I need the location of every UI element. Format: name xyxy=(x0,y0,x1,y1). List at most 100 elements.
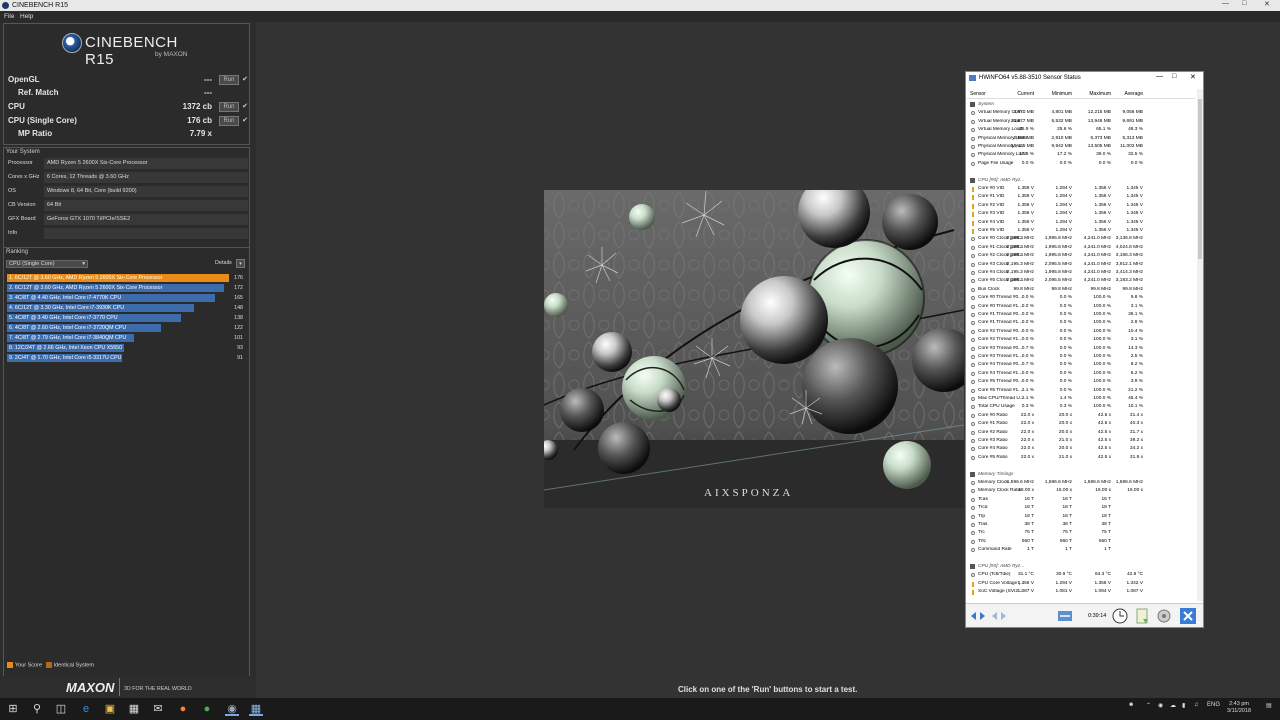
sensor-row[interactable]: Virtual Memory Com... 4,870 MB 4,801 MB 12,… xyxy=(967,109,1195,117)
col-sensor[interactable]: Sensor xyxy=(970,91,986,97)
sensor-row[interactable]: Memory Clock Ratio 16.00 x 16.00 x 16.00 x1… xyxy=(967,487,1195,495)
cinebench-taskbar-icon[interactable]: ◉ xyxy=(225,702,239,716)
battery-icon[interactable]: ▮ xyxy=(1182,702,1185,709)
sensor-row[interactable]: Tcas 16 T 16 T 16 T xyxy=(967,496,1195,504)
ranking-row[interactable]: 5. 4C/8T @ 3.40 GHz, Intel Core i7-3770 … xyxy=(7,314,245,322)
ranking-row[interactable]: 6. 4C/8T @ 2.60 GHz, Intel Core i7-3720Q… xyxy=(7,324,245,332)
store-icon[interactable]: ▦ xyxy=(127,702,141,716)
sensor-row[interactable]: CPU (Tctl/Tdie) 31.1 °C 30.9 °C 64.3 °C 42.8… xyxy=(967,571,1195,579)
sensor-row[interactable]: Core #4 Thread #1... 0.0 % 0.0 % 100.0 % 6.2… xyxy=(967,370,1195,378)
firefox-icon[interactable]: ● xyxy=(176,702,190,716)
sensor-row[interactable]: Core #4 Clock 2,195.3 MHz 1,995.8 MHz 4,241… xyxy=(967,269,1195,277)
sensor-row[interactable]: Core #2 Clock (perf... 2,195.3 MHz 1,995.8… xyxy=(967,252,1195,260)
col-maximum[interactable]: Maximum xyxy=(1089,91,1111,97)
ranking-row[interactable]: 3. 4C/8T @ 4.40 GHz, Intel Core i7-4770K… xyxy=(7,294,245,302)
run-cpu-single-core-button[interactable]: Run xyxy=(219,116,239,126)
close-hwinfo-icon[interactable] xyxy=(1179,607,1197,625)
sensor-row[interactable]: Core #2 Ratio 22.0 x 20.0 x 42.5 x 31.7 x xyxy=(967,429,1195,437)
sensor-row[interactable]: Bus Clock 99.8 MHz 99.8 MHz 99.8 MHz 99.8 MH… xyxy=(967,286,1195,294)
sensor-row[interactable]: Total CPU Usage 0.3 % 0.3 % 100.0 % 10.1 % xyxy=(967,403,1195,411)
arrows-left-right-icon[interactable] xyxy=(969,607,987,625)
ranking-row[interactable]: 8. 12C/24T @ 2.66 GHz, Intel Xeon CPU X5… xyxy=(7,344,245,352)
ranking-row[interactable]: 9. 2C/4T @ 1.70 GHz, Intel Core i5-3317U… xyxy=(7,354,245,362)
network-icon[interactable] xyxy=(1056,607,1074,625)
maximize-icon[interactable]: □ xyxy=(1172,73,1176,80)
arrows-collapse-icon[interactable] xyxy=(990,607,1008,625)
sensor-row[interactable]: Trc 75 T 75 T 75 T xyxy=(967,529,1195,537)
menu-file[interactable]: File xyxy=(4,13,14,20)
sensor-row[interactable]: Core #5 Ratio 22.0 x 21.0 x 42.5 x 31.9 x xyxy=(967,454,1195,462)
sensor-row[interactable]: Core #2 VID 1.356 V 1.294 V 1.356 V 1.345 V xyxy=(967,202,1195,210)
ranking-row[interactable]: 4. 6C/12T @ 3.30 GHz, Intel Core i7-3930… xyxy=(7,304,245,312)
hwinfo-taskbar-icon[interactable]: ▦ xyxy=(249,702,263,716)
sensor-row[interactable]: Core #0 Ratio 22.0 x 20.0 x 42.5 x 31.4 x xyxy=(967,412,1195,420)
sensor-row[interactable]: Core #4 Ratio 22.0 x 20.0 x 42.5 x 34.2 x xyxy=(967,445,1195,453)
people-icon[interactable]: ☻ xyxy=(1128,702,1134,708)
sensor-row[interactable]: Physical Memory Av... 13,435 MB 9,942 MB 13… xyxy=(967,143,1195,151)
ranking-row[interactable]: 1. 6C/12T @ 3.60 GHz, AMD Ryzen 5 2600X … xyxy=(7,274,245,282)
cloud-icon[interactable]: ☁ xyxy=(1170,702,1176,709)
info-field[interactable] xyxy=(44,228,248,239)
sensor-row[interactable]: Core #5 Thread #1... 2.1 % 0.0 % 100.0 % 21.… xyxy=(967,387,1195,395)
cpu-checkbox[interactable]: ✔ xyxy=(242,102,248,110)
run-opengl-button[interactable]: Run xyxy=(219,75,239,85)
report-icon[interactable] xyxy=(1133,607,1151,625)
sensor-row[interactable]: Core #3 Clock 2,195.3 MHz 2,095.5 MHz 4,241… xyxy=(967,261,1195,269)
details-toggle-button[interactable]: ▾ xyxy=(236,259,245,268)
sensor-row[interactable]: Core #5 VID 1.356 V 1.294 V 1.356 V 1.345 V xyxy=(967,227,1195,235)
clock-icon[interactable] xyxy=(1111,607,1129,625)
sensor-row[interactable]: Core #3 Ratio 22.0 x 21.0 x 42.5 x 39.2 x xyxy=(967,437,1195,445)
menu-help[interactable]: Help xyxy=(20,13,33,20)
minimize-icon[interactable]: — xyxy=(1222,0,1229,7)
hwinfo-scrollbar[interactable] xyxy=(1197,89,1203,601)
tray-app-icon[interactable]: ◉ xyxy=(1158,702,1163,709)
sensor-row[interactable]: Core #2 Thread #1... 0.0 % 0.0 % 100.0 % 3.1… xyxy=(967,336,1195,344)
sensor-row[interactable]: Core #1 VID 1.356 V 1.294 V 1.356 V 1.345 V xyxy=(967,193,1195,201)
sensor-row[interactable]: Core #0 Thread #1... 0.0 % 0.0 % 100.0 % 3.1… xyxy=(967,303,1195,311)
sensor-row[interactable]: Memory Clock 1,596.6 MHz 1,596.6 MHz 1,596.… xyxy=(967,479,1195,487)
sensor-row[interactable]: Core #0 VID 1.356 V 1.294 V 1.356 V 1.345 V xyxy=(967,185,1195,193)
col-minimum[interactable]: Minimum xyxy=(1052,91,1072,97)
task-view-icon[interactable]: ◫ xyxy=(54,702,68,716)
sensor-group[interactable]: CPU [#0]: AMD Ryz... xyxy=(967,563,1195,571)
windows-start-icon[interactable]: ⊞ xyxy=(6,702,20,716)
sensor-row[interactable]: Core #3 Thread #0... 0.7 % 0.0 % 100.0 % 14.… xyxy=(967,345,1195,353)
search-icon[interactable]: ⚲ xyxy=(30,702,44,716)
sensor-row[interactable]: Physical Memory Used 2,880 MB 2,810 MB 6,37… xyxy=(967,135,1195,143)
col-current[interactable]: Current xyxy=(1017,91,1034,97)
chrome-icon[interactable]: ● xyxy=(200,702,214,716)
ranking-row[interactable]: 7. 4C/8T @ 2.79 GHz, Intel Core i7-3840Q… xyxy=(7,334,245,342)
sensor-group[interactable]: Memory Timings xyxy=(967,471,1195,479)
mail-icon[interactable]: ✉ xyxy=(151,702,165,716)
col-average[interactable]: Average xyxy=(1124,91,1143,97)
sensor-group[interactable]: System xyxy=(967,101,1195,109)
sensor-row[interactable]: Core #1 Thread #1... 0.0 % 0.0 % 100.0 % 2.8… xyxy=(967,319,1195,327)
maximize-icon[interactable]: □ xyxy=(1242,0,1246,7)
sensor-row[interactable]: Core #1 Ratio 22.0 x 20.0 x 42.5 x 40.3 x xyxy=(967,420,1195,428)
opengl-checkbox[interactable]: ✔ xyxy=(242,75,248,83)
ranking-row[interactable]: 2. 6C/12T @ 3.60 GHz, AMD Ryzen 5 2600X … xyxy=(7,284,245,292)
sensor-row[interactable]: Trfc 560 T 560 T 560 T xyxy=(967,538,1195,546)
sensor-row[interactable]: Trp 18 T 18 T 18 T xyxy=(967,513,1195,521)
run-cpu-button[interactable]: Run xyxy=(219,102,239,112)
cpu-single-core-checkbox[interactable]: ✔ xyxy=(242,116,248,124)
sensor-row[interactable]: Page File Usage 0.0 % 0.0 % 0.0 % 0.0 % xyxy=(967,160,1195,168)
sensor-row[interactable]: Command Rate 1 T 1 T 1 T xyxy=(967,546,1195,554)
close-icon[interactable]: ✕ xyxy=(1264,0,1270,8)
sensor-row[interactable]: CPU Core Voltage (... 1.356 V 1.294 V 1.356… xyxy=(967,580,1195,588)
clock[interactable]: 2:43 pm 3/11/2018 xyxy=(1227,701,1251,715)
sensor-row[interactable]: Core #1 Clock (perf... 2,195.3 MHz 1,995.8… xyxy=(967,244,1195,252)
sensor-row[interactable]: Trcd 18 T 18 T 18 T xyxy=(967,504,1195,512)
sensor-row[interactable]: Core #5 Clock (perf... 2,195.3 MHz 2,095.5… xyxy=(967,277,1195,285)
close-icon[interactable]: ✕ xyxy=(1190,73,1196,81)
sensor-row[interactable]: SoC Voltage (SVI2 ... 1.087 V 1.081 V 1.094… xyxy=(967,588,1195,596)
sensor-row[interactable]: Virtual Memory Load 25.9 % 25.6 % 65.1 % 48.… xyxy=(967,126,1195,134)
sensor-row[interactable]: Core #2 Thread #0... 0.0 % 0.0 % 100.0 % 10.… xyxy=(967,328,1195,336)
notifications-icon[interactable]: ▤ xyxy=(1266,702,1272,709)
scrollbar-thumb[interactable] xyxy=(1198,99,1202,259)
minimize-icon[interactable]: — xyxy=(1156,73,1163,80)
sensor-row[interactable]: Tras 38 T 38 T 38 T xyxy=(967,521,1195,529)
sensor-row[interactable]: Physical Memory Load 17.6 % 17.2 % 39.0 % 32… xyxy=(967,151,1195,159)
sensor-row[interactable]: Core #3 VID 1.356 V 1.294 V 1.356 V 1.345 V xyxy=(967,210,1195,218)
chevron-up-icon[interactable]: ⌃ xyxy=(1146,702,1151,709)
